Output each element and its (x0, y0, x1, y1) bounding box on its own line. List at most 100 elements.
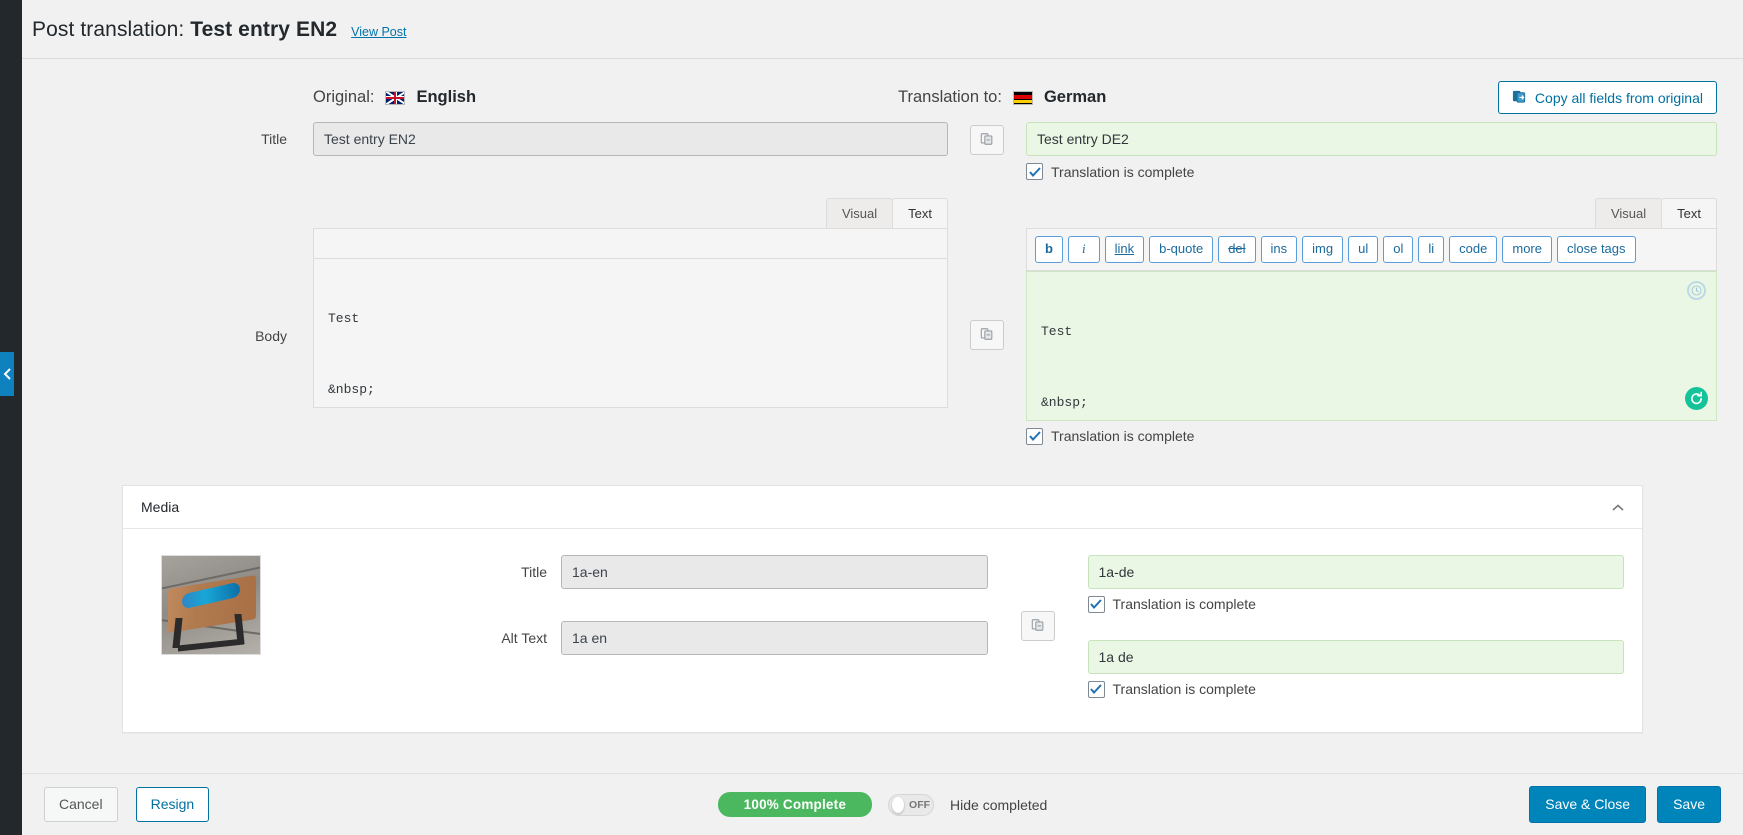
page-title: Post translation: Test entry EN2 (32, 18, 337, 42)
translation-language-name: German (1043, 88, 1107, 106)
body-copy-column (948, 198, 1026, 350)
media-title-original-input[interactable] (561, 554, 988, 589)
media-alt-complete-row[interactable]: Translation is complete (1087, 680, 1625, 698)
body-translation-editor: Visual Text b i link b-quote del ins img ul ol li… (1026, 198, 1717, 445)
copy-title-button[interactable] (970, 125, 1004, 155)
copy-field-icon (1031, 618, 1045, 635)
media-alt-row: Alt Text (451, 620, 988, 655)
footer-save-group: Save & Close Save (1529, 785, 1721, 824)
media-translation-fields: Translation is complete Translation is c… (1087, 554, 1625, 698)
resize-grip-icon[interactable] (933, 393, 945, 405)
title-copy-column (948, 122, 1026, 155)
quicktag-close-tags[interactable]: close tags (1556, 236, 1636, 263)
toggle-knob (892, 796, 905, 813)
title-translation-column: Translation is complete (1026, 122, 1717, 180)
body-original-editor: Visual Text Test &nbsp; <img class="alig… (313, 198, 948, 408)
body-original-line-1: Test (328, 310, 360, 326)
title-translation-input[interactable] (1026, 122, 1717, 156)
title-original-input[interactable] (313, 122, 948, 156)
resize-grip-icon[interactable] (1702, 406, 1714, 418)
quicktag-ul[interactable]: ul (1348, 236, 1379, 263)
title-field-label: Title (261, 131, 287, 147)
title-translation-complete-checkbox[interactable] (1026, 163, 1043, 180)
body-translation-complete-label: Translation is complete (1051, 428, 1195, 445)
media-alt-complete-label: Translation is complete (1112, 681, 1256, 698)
title-translation-complete-label: Translation is complete (1051, 163, 1195, 180)
media-title-label: Title (521, 563, 547, 580)
clock-history-icon[interactable] (1687, 280, 1706, 300)
body-translation-line-1: Test (1041, 323, 1073, 339)
copy-all-fields-label: Copy all fields from original (1534, 89, 1703, 106)
media-panel-title: Media (141, 498, 180, 515)
translation-language-header: Translation to: German Copy all fields f… (793, 81, 1717, 114)
quicktag-b-quote[interactable]: b-quote (1149, 236, 1214, 263)
title-original-column (313, 122, 948, 156)
body-original-textarea[interactable]: Test &nbsp; <img class="alignnone size-m… (313, 258, 948, 408)
media-alt-translation-group: Translation is complete (1087, 639, 1625, 698)
media-panel-body: Title Alt Text (123, 529, 1642, 732)
sidebar-collapse-tab[interactable] (0, 352, 14, 396)
copy-media-fields-button[interactable] (1020, 611, 1055, 642)
media-title-complete-row[interactable]: Translation is complete (1087, 595, 1625, 613)
quicktag-i[interactable]: i (1067, 236, 1100, 263)
quicktag-del[interactable]: del (1218, 236, 1256, 263)
editor-footer: Cancel Resign 100% Complete OFF Hide com… (22, 773, 1743, 835)
page-header: Post translation: Test entry EN2 View Po… (22, 0, 1743, 58)
media-alt-original-input[interactable] (561, 620, 988, 655)
translation-label: Translation to: (898, 88, 1002, 106)
body-translation-complete-checkbox[interactable] (1026, 427, 1043, 445)
tab-text-translation[interactable]: Text (1661, 198, 1717, 228)
media-alt-complete-checkbox[interactable] (1087, 680, 1105, 698)
body-translation-textarea[interactable]: Test &nbsp; <img class="alignnone size-m… (1026, 270, 1717, 421)
de-flag-icon (1012, 90, 1033, 105)
media-title-translation-input[interactable] (1087, 554, 1624, 589)
copy-all-fields-button[interactable]: Copy all fields from original (1497, 81, 1717, 114)
resign-button[interactable]: Resign (135, 786, 210, 823)
body-field-label: Body (255, 328, 287, 344)
chevron-left-icon (3, 368, 11, 380)
original-language-name: English (416, 88, 477, 106)
tab-visual-translation[interactable]: Visual (1594, 198, 1663, 228)
media-title-complete-label: Translation is complete (1112, 596, 1256, 613)
title-field-row: Title Translation is com (22, 122, 1743, 180)
save-button[interactable]: Save (1657, 785, 1721, 824)
body-original-line-2: &nbsp; (328, 382, 375, 398)
hide-completed-toggle[interactable]: OFF (888, 793, 935, 816)
media-alt-translation-input[interactable] (1087, 639, 1624, 674)
quicktag-more[interactable]: more (1502, 236, 1552, 263)
original-label: Original: (313, 88, 375, 106)
chevron-up-icon[interactable] (1612, 499, 1624, 515)
quicktags-toolbar: b i link b-quote del ins img ul ol li code more clos… (1026, 228, 1717, 271)
tab-visual-original[interactable]: Visual (825, 198, 894, 228)
media-alt-label: Alt Text (501, 629, 547, 646)
quicktag-link[interactable]: link (1104, 236, 1145, 263)
media-title-complete-checkbox[interactable] (1087, 595, 1105, 613)
media-thumbnail-column (141, 554, 451, 698)
body-translation-complete-row[interactable]: Translation is complete (1026, 427, 1717, 445)
tab-text-original[interactable]: Text (892, 198, 948, 228)
quicktag-b[interactable]: b (1035, 236, 1063, 263)
translation-editor-page: Post translation: Test entry EN2 View Po… (22, 0, 1743, 835)
media-panel: Media Title Alt Text (122, 484, 1643, 733)
copy-field-icon (980, 327, 994, 344)
body-original-tabs: Visual Text (313, 198, 948, 228)
copy-body-button[interactable] (970, 320, 1004, 350)
media-title-row: Title (451, 554, 988, 589)
media-original-fields: Title Alt Text (451, 554, 988, 698)
cancel-button[interactable]: Cancel (44, 786, 118, 823)
quicktag-li[interactable]: li (1418, 236, 1445, 263)
media-copy-column (988, 555, 1088, 698)
quicktag-ins[interactable]: ins (1260, 236, 1298, 263)
body-translation-tabs: Visual Text (1026, 198, 1717, 228)
quicktag-img[interactable]: img (1302, 236, 1344, 263)
quicktag-code[interactable]: code (1449, 236, 1498, 263)
save-and-close-button[interactable]: Save & Close (1529, 785, 1647, 824)
original-language-header: Original: English (48, 88, 793, 107)
admin-sidebar-rail (0, 0, 22, 835)
body-field-row: Body Visual Text Test &nbsp; <img class=… (22, 198, 1743, 445)
language-header-row: Original: English Translation to: German… (22, 59, 1743, 122)
view-post-link[interactable]: View Post (351, 25, 406, 39)
title-translation-complete-row[interactable]: Translation is complete (1026, 163, 1717, 180)
copy-document-icon (1512, 89, 1527, 106)
quicktag-ol[interactable]: ol (1383, 236, 1414, 263)
